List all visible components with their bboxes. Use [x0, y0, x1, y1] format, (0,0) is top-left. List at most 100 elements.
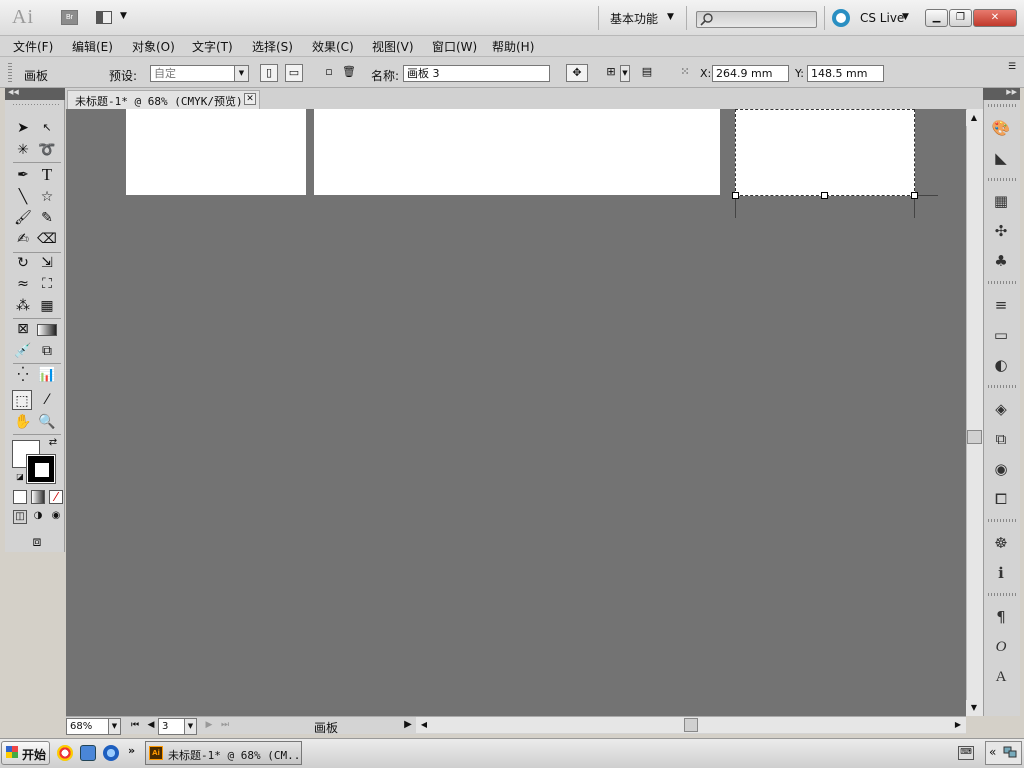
layers-icon[interactable]: ◈ — [990, 398, 1012, 420]
show-center-mark-icon[interactable]: ⊞ — [602, 64, 620, 82]
swap-colors-icon[interactable]: ⇄ — [47, 437, 59, 449]
bridge-button[interactable]: Br — [61, 10, 78, 25]
symbols-icon[interactable]: ♣ — [990, 250, 1012, 272]
restore-button[interactable]: ❐ — [949, 9, 972, 27]
network-icon[interactable] — [1003, 745, 1017, 759]
chevron-down-icon[interactable]: ▼ — [184, 718, 197, 735]
default-colors-icon[interactable]: ◪ — [15, 472, 25, 482]
portrait-icon[interactable]: ▯ — [260, 64, 278, 82]
minimize-button[interactable]: ▁ — [925, 9, 948, 27]
panel-grip[interactable] — [13, 104, 61, 105]
more-quicklaunch-icon[interactable]: » — [128, 744, 135, 757]
vertical-scrollbar[interactable] — [966, 109, 983, 716]
zoom-icon[interactable]: 🔍 — [37, 412, 57, 432]
zoom-level-input[interactable]: 68% — [66, 718, 110, 735]
type-tool-icon[interactable]: T — [37, 165, 57, 185]
x-position-input[interactable]: 264.9 mm — [712, 65, 789, 82]
canvas[interactable] — [66, 109, 966, 716]
eyedropper-icon[interactable]: 💉 — [13, 341, 33, 361]
color-mode-icon[interactable] — [13, 490, 27, 504]
menu-window[interactable]: 窗口(W) — [432, 38, 477, 55]
free-transform-icon[interactable]: ⛶ — [37, 274, 57, 294]
column-graph-icon[interactable]: 📊 — [37, 365, 57, 385]
vertical-scroll-thumb[interactable] — [967, 430, 982, 444]
move-with-artboard-icon[interactable]: ✥ — [566, 64, 588, 82]
artboard-number-input[interactable]: 3 — [158, 718, 186, 735]
panel-grip[interactable] — [988, 178, 1016, 181]
reference-point-icon[interactable]: ⁙ — [676, 64, 694, 82]
pen-tool-icon[interactable]: ✒ — [13, 165, 33, 185]
status-menu-arrow-icon[interactable]: ▶ — [399, 717, 417, 735]
resize-handle[interactable] — [911, 192, 918, 199]
chevron-down-icon[interactable]: ▼ — [108, 718, 121, 735]
transparency-icon[interactable]: ◐ — [990, 354, 1012, 376]
paintbrush-icon[interactable]: 🖌 — [13, 208, 33, 228]
chrome-icon[interactable] — [57, 745, 73, 761]
menu-effect[interactable]: 效果(C) — [312, 38, 354, 55]
magic-wand-icon[interactable]: ✳ — [13, 140, 33, 160]
keyboard-icon[interactable]: ⌨ — [958, 746, 974, 760]
preset-select[interactable]: 自定 — [150, 65, 236, 82]
landscape-icon[interactable]: ▭ — [285, 64, 303, 82]
screen-mode-icon[interactable]: ⧈ — [24, 532, 50, 552]
tray-expand-icon[interactable]: « — [989, 745, 996, 759]
stroke-icon[interactable]: ≡ — [990, 294, 1012, 316]
scroll-up-icon[interactable]: ▲ — [966, 110, 982, 126]
info-icon[interactable]: ℹ — [990, 562, 1012, 584]
scroll-down-icon[interactable]: ▼ — [966, 700, 982, 716]
panel-grip[interactable] — [988, 519, 1016, 522]
menu-select[interactable]: 选择(S) — [252, 38, 293, 55]
blend-icon[interactable]: ⧉ — [37, 341, 57, 361]
scale-icon[interactable]: ⇲ — [37, 253, 57, 273]
pencil-icon[interactable]: ✎ — [37, 208, 57, 228]
artboard-1[interactable] — [126, 109, 306, 195]
y-position-input[interactable]: 148.5 mm — [807, 65, 884, 82]
panel-grip[interactable] — [988, 385, 1016, 388]
opentype-icon[interactable]: O — [990, 636, 1012, 658]
menu-edit[interactable]: 编辑(E) — [72, 38, 113, 55]
close-button[interactable]: ✕ — [973, 9, 1017, 27]
chevron-down-icon[interactable]: ▼ — [234, 65, 249, 82]
symbol-icon[interactable]: ⁛ — [13, 365, 33, 385]
character-icon[interactable]: A — [990, 666, 1012, 688]
appearance-icon[interactable]: ◉ — [990, 458, 1012, 480]
mesh-icon[interactable]: ⊠ — [13, 319, 33, 339]
menu-file[interactable]: 文件(F) — [13, 38, 53, 55]
eraser-icon[interactable]: ⌫ — [37, 229, 57, 249]
menu-object[interactable]: 对象(O) — [132, 38, 175, 55]
slice-icon[interactable]: ⁄ — [37, 390, 57, 410]
expand-panel-icon[interactable]: ▶▶ — [983, 88, 1020, 100]
color-panel-icon[interactable]: 🎨 — [990, 117, 1012, 139]
panel-grip[interactable] — [8, 63, 12, 83]
panel-grip[interactable] — [988, 104, 1016, 107]
artboard-options-icon[interactable]: ▤ — [638, 64, 656, 82]
chevron-down-icon[interactable]: ▼ — [620, 65, 630, 82]
chevron-down-icon[interactable]: ▼ — [667, 12, 674, 22]
brushes-icon[interactable]: ✣ — [990, 220, 1012, 242]
artboard-3-selected[interactable] — [735, 109, 915, 196]
graph-icon[interactable]: ▦ — [37, 296, 57, 316]
stroke-swatch[interactable] — [26, 454, 56, 484]
gradient-mode-icon[interactable] — [31, 490, 45, 504]
scroll-left-icon[interactable]: ◀ — [416, 717, 432, 733]
lasso-icon[interactable]: ➰ — [37, 140, 57, 160]
delete-artboard-icon[interactable]: 🗑 — [340, 64, 358, 82]
menu-help[interactable]: 帮助(H) — [492, 38, 534, 55]
close-icon[interactable]: ✕ — [244, 93, 256, 105]
rotate-icon[interactable]: ↻ — [13, 253, 33, 273]
navigator-icon[interactable]: ☸ — [990, 532, 1012, 554]
document-tab[interactable]: 未标题-1* @ 68% (CMYK/预览) — [67, 90, 260, 109]
paragraph-icon[interactable]: ¶ — [990, 606, 1012, 628]
panel-grip[interactable] — [988, 593, 1016, 596]
gradient-icon[interactable] — [37, 324, 57, 336]
new-artboard-icon[interactable]: ▫ — [320, 64, 338, 82]
swatches-icon[interactable]: ▦ — [990, 190, 1012, 212]
direct-selection-tool-icon[interactable]: ↖ — [37, 118, 57, 138]
panel-grip[interactable] — [988, 281, 1016, 284]
artboard-tool-icon[interactable]: ⬚ — [12, 390, 32, 410]
draw-behind-icon[interactable]: ◑ — [31, 510, 45, 524]
draw-inside-icon[interactable]: ◉ — [49, 510, 63, 524]
chevron-down-icon[interactable]: ▼ — [902, 12, 909, 22]
panel-menu-icon[interactable]: ☰ — [1003, 59, 1021, 77]
cs-live-menu[interactable]: CS Live — [860, 11, 904, 25]
